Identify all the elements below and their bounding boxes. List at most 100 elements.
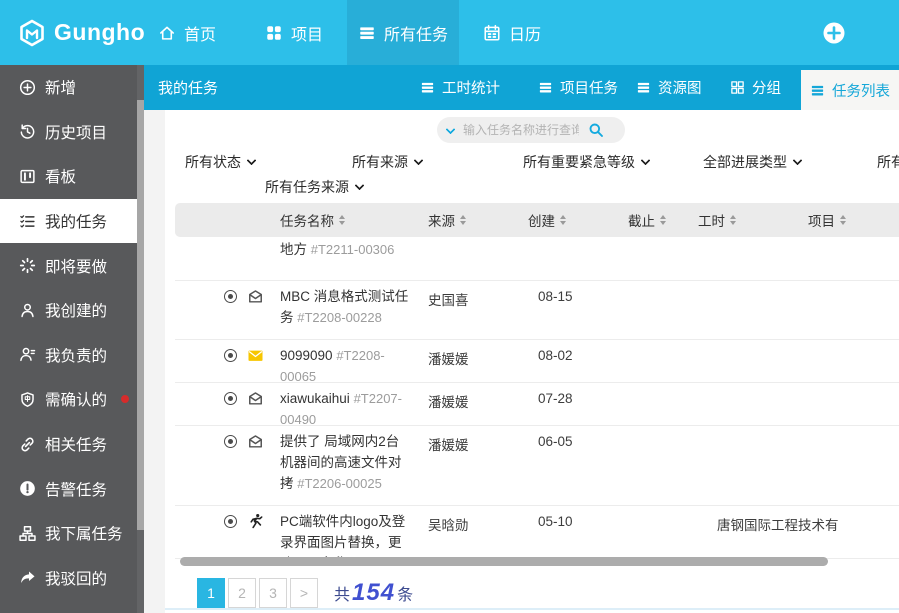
search-icon[interactable] [588, 122, 604, 138]
search-chevron-down-icon[interactable] [446, 124, 456, 134]
task-name-cell[interactable]: 提供了 局域网内2台机器间的高速文件对拷 #T2206-00025 [280, 431, 411, 494]
tab-任务列表[interactable]: 任务列表 [801, 70, 899, 110]
column-header-label: 截止 [628, 210, 655, 230]
tab-分组[interactable]: 分组 [730, 65, 781, 110]
sidebar-item-label: 我驳回的 [45, 567, 107, 589]
task-created-cell: 06-05 [538, 434, 573, 449]
filter-dropdown-所有[interactable]: 所有 [877, 152, 899, 172]
radio-selected-icon[interactable] [224, 515, 237, 528]
column-header-项目[interactable]: 项目 [808, 203, 846, 237]
brand-logo[interactable]: Gungho [18, 0, 145, 65]
sidebar-item-相关任务[interactable]: 相关任务 [0, 422, 137, 467]
filter-dropdown-全部进展类型[interactable]: 全部进展类型 [703, 152, 801, 172]
sort-icon[interactable] [460, 215, 466, 225]
top-nav-label: 日历 [509, 21, 541, 45]
task-name: 9099090 [280, 348, 333, 363]
task-table-row[interactable]: 提供了 局域网内2台机器间的高速文件对拷 #T2206-00025潘媛媛06-0… [175, 426, 899, 506]
table-header: 任务名称 来源 创建 截止 工时 项目 [175, 203, 899, 237]
app-window: Gungho 首页项目所有任务日历 新增历史项目看板我的任务即将要做我创建的我负… [0, 0, 899, 613]
task-source-cell: 吴晗勋 [428, 514, 469, 534]
filter-label: 所有来源 [352, 154, 408, 170]
sort-icon[interactable] [560, 215, 566, 225]
sidebar-scrollbar-thumb[interactable] [137, 100, 144, 530]
total-suffix: 条 [397, 581, 413, 605]
sidebar-scrollbar-track[interactable] [137, 65, 144, 613]
filter-dropdown-所有任务来源[interactable]: 所有任务来源 [265, 177, 363, 197]
sidebar-item-需确认的[interactable]: 需确认的 [0, 377, 137, 422]
task-name-cell[interactable]: 9099090 #T2208-00065 [280, 345, 411, 383]
page-button-3[interactable]: 3 [259, 578, 287, 608]
top-nav-item-所有任务[interactable]: 所有任务 [347, 0, 459, 65]
sidebar-item-我驳回的[interactable]: 我驳回的 [0, 556, 137, 601]
sort-icon[interactable] [840, 215, 846, 225]
tab-项目任务[interactable]: 项目任务 [538, 65, 618, 110]
radio-selected-icon[interactable] [224, 392, 237, 405]
page-button-2[interactable]: 2 [228, 578, 256, 608]
add-button[interactable] [823, 22, 845, 44]
filter-dropdown-所有状态[interactable]: 所有状态 [185, 152, 255, 172]
sidebar-item-我创建的[interactable]: 我创建的 [0, 288, 137, 333]
filter-label: 全部进展类型 [703, 154, 787, 170]
top-nav-item-项目[interactable]: 项目 [255, 0, 333, 65]
task-table-row[interactable]: 地方 #T2211-00306 [175, 237, 899, 281]
task-table-row[interactable]: 9099090 #T2208-00065潘媛媛08-02 [175, 340, 899, 383]
sidebar-item-即将要做[interactable]: 即将要做 [0, 243, 137, 288]
sidebar-item-历史项目[interactable]: 历史项目 [0, 110, 137, 155]
task-name: PC端软件内logo及登录界面图片替换，更改公司名称 [280, 514, 405, 559]
column-header-任务名称[interactable]: 任务名称 [280, 203, 345, 237]
column-header-截止[interactable]: 截止 [628, 203, 666, 237]
tab-工时统计[interactable]: 工时统计 [420, 65, 500, 110]
sidebar-item-我下属任务[interactable]: 我下属任务 [0, 511, 137, 556]
bars-icon [358, 24, 376, 42]
sidebar-item-我负责的[interactable]: 我负责的 [0, 333, 137, 378]
filter-label: 所有任务来源 [265, 179, 349, 195]
task-name-cell[interactable]: 地方 #T2211-00306 [280, 239, 411, 260]
column-header-工时[interactable]: 工时 [698, 203, 736, 237]
top-nav-item-首页[interactable]: 首页 [148, 0, 226, 65]
task-name-cell[interactable]: xiawukaihui #T2207-00490 [280, 388, 411, 426]
task-name-cell[interactable]: MBC 消息格式测试任务 #T2208-00228 [280, 286, 411, 328]
sidebar-item-告警任务[interactable]: 告警任务 [0, 466, 137, 511]
sidebar-item-我的任务[interactable]: 我的任务 [0, 199, 137, 244]
sidebar-item-label: 历史项目 [45, 121, 107, 143]
sidebar-item-label: 告警任务 [45, 478, 107, 500]
radio-selected-icon[interactable] [224, 290, 237, 303]
tab-资源图[interactable]: 资源图 [636, 65, 702, 110]
sidebar-item-看板[interactable]: 看板 [0, 154, 137, 199]
column-header-来源[interactable]: 来源 [428, 203, 466, 237]
filter-dropdown-所有重要紧急等级[interactable]: 所有重要紧急等级 [523, 152, 649, 172]
task-table-row[interactable]: PC端软件内logo及登录界面图片替换，更改公司名称吴晗勋05-10唐钢国际工程… [175, 506, 899, 559]
task-name-cell[interactable]: PC端软件内logo及登录界面图片替换，更改公司名称 [280, 511, 411, 559]
radio-selected-icon[interactable] [224, 349, 237, 362]
horizontal-scrollbar-thumb[interactable] [180, 557, 828, 566]
task-table-row[interactable]: MBC 消息格式测试任务 #T2208-00228史国喜08-15 [175, 281, 899, 340]
column-header-创建[interactable]: 创建 [528, 203, 566, 237]
page-button-1[interactable]: 1 [197, 578, 225, 608]
kanban-icon [19, 168, 36, 185]
task-id: #T2208-00228 [297, 310, 382, 325]
task-table-row[interactable]: xiawukaihui #T2207-00490潘媛媛07-28 [175, 383, 899, 426]
sidebar-item-新增[interactable]: 新增 [0, 65, 137, 110]
tab-label: 任务列表 [832, 80, 890, 101]
bars-icon [420, 80, 435, 95]
brand-name: Gungho [54, 19, 145, 46]
sort-icon[interactable] [660, 215, 666, 225]
next-page-button[interactable]: > [290, 578, 318, 608]
bars-icon [810, 83, 825, 98]
radio-selected-icon[interactable] [224, 435, 237, 448]
sort-icon[interactable] [339, 215, 345, 225]
top-nav-item-日历[interactable]: 日历 [473, 0, 551, 65]
tab-label: 资源图 [658, 77, 702, 98]
top-nav-label: 项目 [291, 21, 323, 45]
search-input[interactable] [461, 122, 581, 138]
home-icon [158, 24, 176, 42]
sort-icon[interactable] [730, 215, 736, 225]
sidebar-item-label: 我负责的 [45, 344, 107, 366]
task-search-box[interactable] [437, 117, 625, 143]
total-number: 154 [352, 579, 395, 607]
filter-dropdown-所有来源[interactable]: 所有来源 [352, 152, 422, 172]
runner-icon [247, 513, 264, 530]
task-id: #T2206-00025 [297, 476, 382, 491]
task-created-cell: 05-10 [538, 514, 573, 529]
user-icon [19, 302, 36, 319]
